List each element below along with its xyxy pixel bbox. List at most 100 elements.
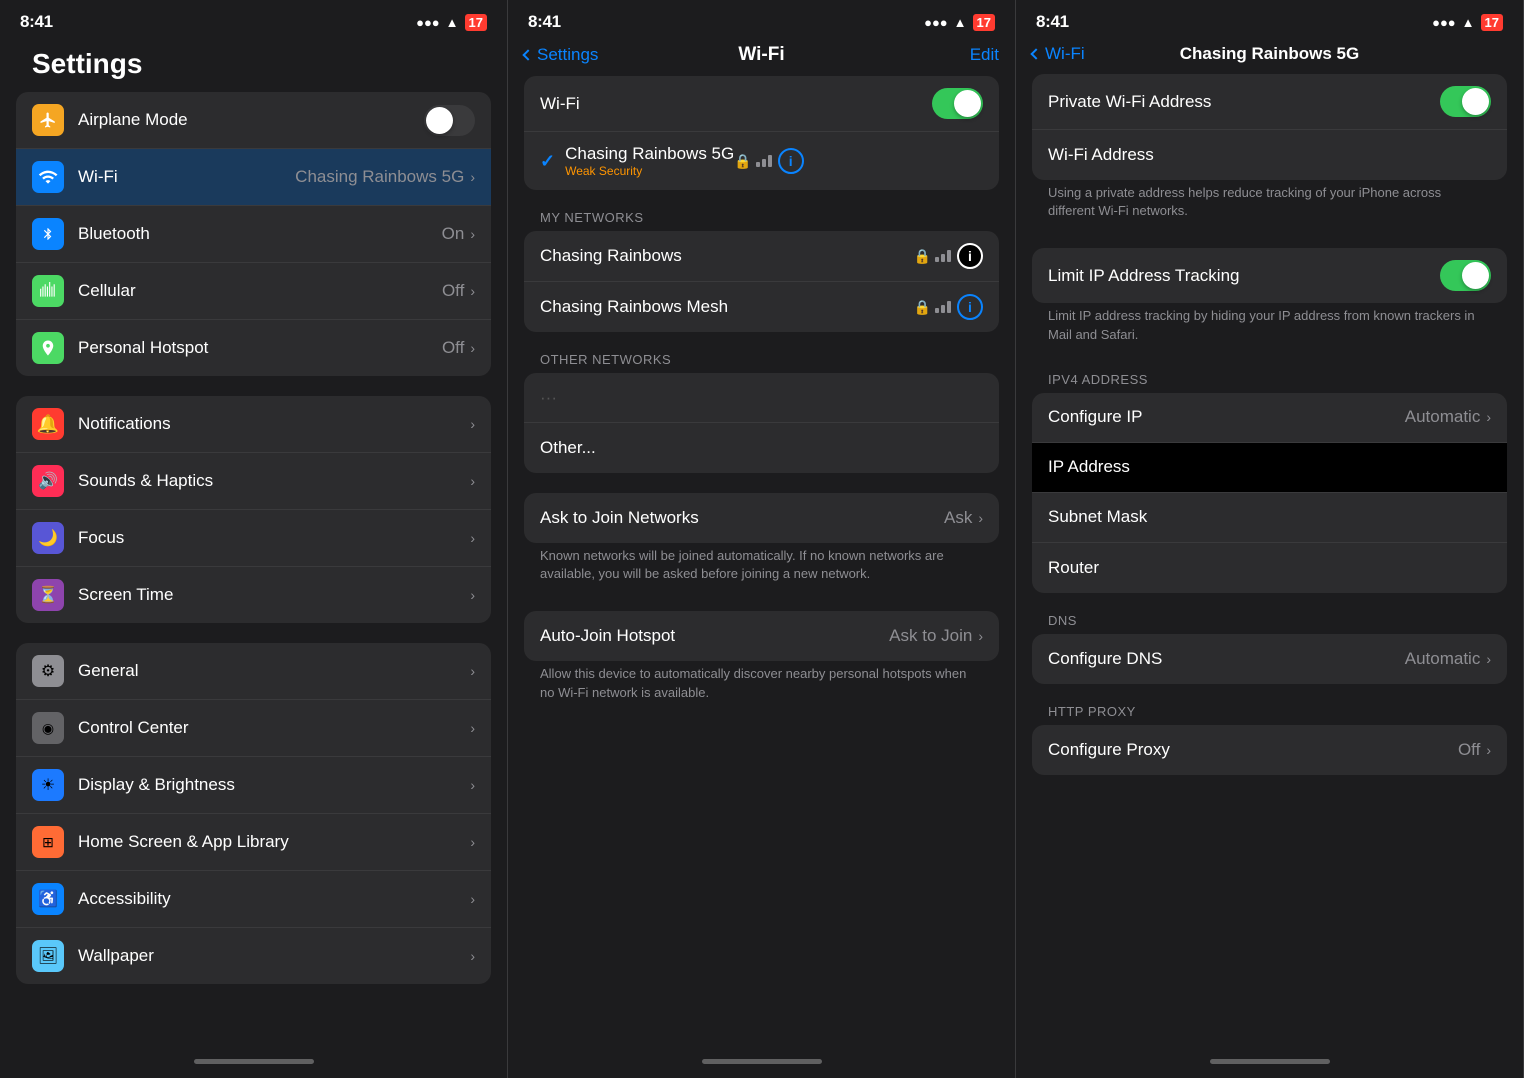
other-dimmed-row: ··· <box>524 373 999 423</box>
limit-ip-label: Limit IP Address Tracking <box>1048 266 1440 286</box>
settings-title: Settings <box>16 40 491 92</box>
private-wifi-toggle[interactable] <box>1440 86 1491 117</box>
my-networks-group: MY NETWORKS Chasing Rainbows 🔒 i Chasing… <box>524 210 999 332</box>
wifi-main-toggle[interactable] <box>932 88 983 119</box>
airplane-label: Airplane Mode <box>78 110 424 130</box>
airplane-row[interactable]: Airplane Mode <box>16 92 491 149</box>
general-chevron: › <box>470 663 475 679</box>
homescreen-chevron: › <box>470 834 475 850</box>
router-row[interactable]: Router <box>1032 543 1507 593</box>
display-chevron: › <box>470 777 475 793</box>
focus-row[interactable]: 🌙 Focus › <box>16 510 491 567</box>
wallpaper-chevron: › <box>470 948 475 964</box>
ip-address-label: IP Address <box>1048 457 1491 477</box>
ipv4-group: IPV4 ADDRESS Configure IP Automatic › IP… <box>1032 372 1507 593</box>
dns-rows: Configure DNS Automatic › <box>1032 634 1507 684</box>
ask-join-chevron: › <box>978 510 983 526</box>
sounds-row[interactable]: 🔊 Sounds & Haptics › <box>16 453 491 510</box>
chasing-mesh-row[interactable]: Chasing Rainbows Mesh 🔒 i <box>524 282 999 332</box>
wifi-signal-mesh <box>935 301 951 313</box>
router-label: Router <box>1048 558 1491 578</box>
wifi-status-icon-1: ▲ <box>446 15 459 30</box>
wifi-back-label: Settings <box>537 45 598 65</box>
detail-back-button[interactable]: Wi-Fi <box>1032 44 1085 64</box>
notifications-row[interactable]: 🔔 Notifications › <box>16 396 491 453</box>
limit-ip-row[interactable]: Limit IP Address Tracking <box>1032 248 1507 303</box>
display-icon: ☀ <box>32 769 64 801</box>
wifi-back-button[interactable]: Settings <box>524 45 598 65</box>
private-wifi-row[interactable]: Private Wi-Fi Address <box>1032 74 1507 130</box>
wifi-address-label: Wi-Fi Address <box>1048 145 1491 165</box>
wifi-list-screen: 8:41 ●●● ▲ 17 Settings Wi-Fi Edit Wi-Fi … <box>508 0 1016 1078</box>
http-proxy-group: HTTP PROXY Configure Proxy Off › <box>1032 704 1507 775</box>
sounds-chevron: › <box>470 473 475 489</box>
screentime-row[interactable]: ⏳ Screen Time › <box>16 567 491 623</box>
ask-join-value: Ask <box>944 508 972 528</box>
subnet-mask-label: Subnet Mask <box>1048 507 1491 527</box>
accessibility-row[interactable]: ♿ Accessibility › <box>16 871 491 928</box>
focus-chevron: › <box>470 530 475 546</box>
chasing-rainbows-row[interactable]: Chasing Rainbows 🔒 i <box>524 231 999 282</box>
info-button-rainbows[interactable]: i <box>957 243 983 269</box>
battery-3: 17 <box>1481 14 1503 31</box>
home-bar-2 <box>702 1059 822 1064</box>
wifi-label: Wi-Fi <box>78 167 295 187</box>
accessibility-icon: ♿ <box>32 883 64 915</box>
settings-screen: 8:41 ●●● ▲ 17 Settings Airplane Mode <box>0 0 508 1078</box>
back-chevron-icon-3 <box>1030 48 1041 59</box>
chasing-5g-label: Chasing Rainbows 5G <box>565 144 734 164</box>
bluetooth-row[interactable]: Bluetooth On › <box>16 206 491 263</box>
focus-icon: 🌙 <box>32 522 64 554</box>
other-row[interactable]: Other... <box>524 423 999 473</box>
wifi-title: Wi-Fi <box>738 44 784 66</box>
focus-label: Focus <box>78 528 470 548</box>
checkmark-icon: ✓ <box>540 151 555 172</box>
homescreen-icon: ⊞ <box>32 826 64 858</box>
info-button-5g[interactable]: i <box>778 148 804 174</box>
wifi-edit-button[interactable]: Edit <box>970 45 999 65</box>
bluetooth-icon <box>32 218 64 250</box>
info-button-mesh[interactable]: i <box>957 294 983 320</box>
ipv4-section-label: IPV4 ADDRESS <box>1032 372 1507 387</box>
wifi-toggle-row[interactable]: Wi-Fi <box>524 76 999 132</box>
configure-ip-row[interactable]: Configure IP Automatic › <box>1032 393 1507 443</box>
configure-proxy-value: Off <box>1458 740 1480 760</box>
screentime-chevron: › <box>470 587 475 603</box>
wifi-row[interactable]: Wi-Fi Chasing Rainbows 5G › <box>16 149 491 206</box>
limit-ip-toggle[interactable] <box>1440 260 1491 291</box>
other-networks-group: OTHER NETWORKS ··· Other... <box>524 352 999 473</box>
home-indicator-1 <box>0 1044 507 1078</box>
wallpaper-row[interactable]: 🖼 Wallpaper › <box>16 928 491 984</box>
subnet-mask-row[interactable]: Subnet Mask <box>1032 493 1507 543</box>
configure-dns-row[interactable]: Configure DNS Automatic › <box>1032 634 1507 684</box>
battery-2: 17 <box>973 14 995 31</box>
cellular-row[interactable]: Cellular Off › <box>16 263 491 320</box>
controlcenter-row[interactable]: ◉ Control Center › <box>16 700 491 757</box>
chasing-5g-row[interactable]: ✓ Chasing Rainbows 5G Weak Security 🔒 i <box>524 132 999 190</box>
display-row[interactable]: ☀ Display & Brightness › <box>16 757 491 814</box>
http-proxy-section-label: HTTP PROXY <box>1032 704 1507 719</box>
system2-rows: ⚙ General › ◉ Control Center › ☀ Display… <box>16 643 491 984</box>
status-bar-2: 8:41 ●●● ▲ 17 <box>508 0 1015 40</box>
configure-ip-chevron: › <box>1486 409 1491 425</box>
configure-proxy-chevron: › <box>1486 742 1491 758</box>
wifi-value: Chasing Rainbows 5G <box>295 167 464 187</box>
weak-security-label: Weak Security <box>565 164 734 178</box>
sounds-icon: 🔊 <box>32 465 64 497</box>
configure-proxy-row[interactable]: Configure Proxy Off › <box>1032 725 1507 775</box>
signal-icon-3: ●●● <box>1432 15 1456 30</box>
airplane-toggle[interactable] <box>424 105 475 136</box>
dns-group: DNS Configure DNS Automatic › <box>1032 613 1507 684</box>
ask-join-description: Known networks will be joined automatica… <box>524 543 999 591</box>
status-icons-2: ●●● ▲ 17 <box>924 14 995 31</box>
ask-join-row[interactable]: Ask to Join Networks Ask › <box>524 493 999 543</box>
wifi-chevron: › <box>470 169 475 185</box>
privacy-group: Private Wi-Fi Address Wi-Fi Address Usin… <box>1032 74 1507 228</box>
wifi-address-row[interactable]: Wi-Fi Address <box>1032 130 1507 180</box>
auto-join-row[interactable]: Auto-Join Hotspot Ask to Join › <box>524 611 999 661</box>
homescreen-row[interactable]: ⊞ Home Screen & App Library › <box>16 814 491 871</box>
general-row[interactable]: ⚙ General › <box>16 643 491 700</box>
ip-address-row[interactable]: IP Address <box>1032 443 1507 493</box>
hotspot-row[interactable]: Personal Hotspot Off › <box>16 320 491 376</box>
status-icons-3: ●●● ▲ 17 <box>1432 14 1503 31</box>
